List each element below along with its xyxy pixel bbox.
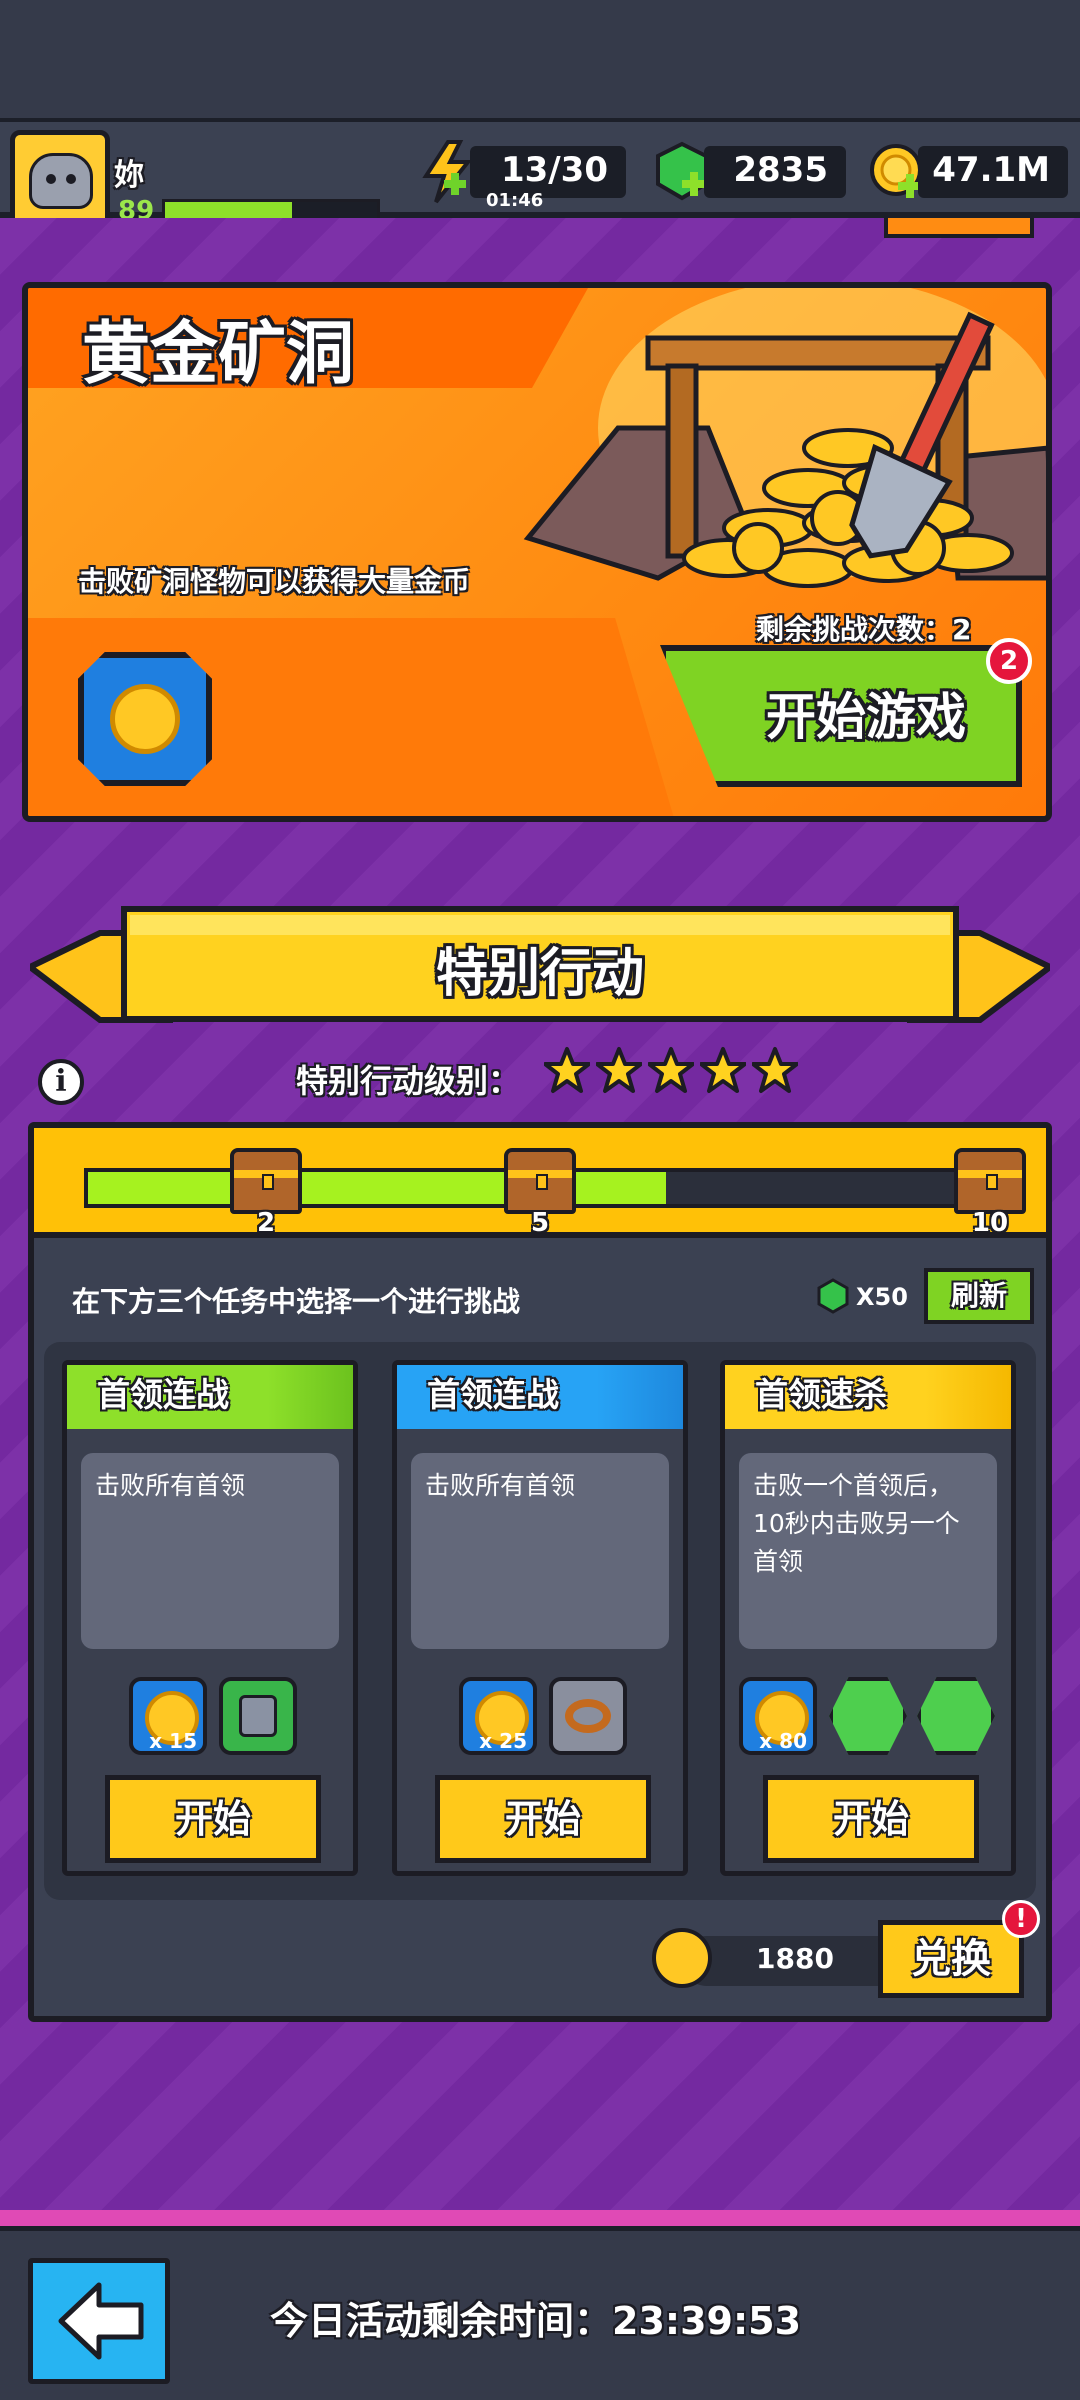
back-button[interactable] — [28, 2258, 170, 2384]
task-card-1[interactable]: 首领连战 击败所有首领 x 15 开始 — [62, 1360, 358, 1876]
special-level-label: 特别行动级别： — [296, 1062, 521, 1100]
treasure-chest-icon[interactable] — [230, 1148, 302, 1214]
card-description: 击败所有首领 — [81, 1453, 339, 1649]
avatar[interactable] — [10, 130, 110, 230]
star-icon — [752, 1047, 798, 1093]
treasure-chest-icon[interactable] — [504, 1148, 576, 1214]
card-description: 击败一个首领后，10秒内击败另一个首领 — [739, 1453, 997, 1649]
gold-coin-reward-icon: x 25 — [459, 1677, 537, 1755]
gem-counter: 2835 — [704, 146, 846, 198]
event-time-remaining: 今日活动剩余时间：23:39:53 — [270, 2299, 802, 2343]
milestone-label: 2 — [256, 1208, 276, 1238]
player-name: 妳 — [114, 158, 144, 193]
back-arrow-icon — [58, 2282, 144, 2360]
info-icon[interactable]: i — [38, 1059, 84, 1105]
star-icon — [700, 1047, 746, 1093]
exchange-button[interactable]: 兑换 — [878, 1920, 1024, 1998]
start-task-button[interactable]: 开始 — [435, 1775, 651, 1863]
token-coin-icon — [652, 1928, 712, 1988]
refresh-cost-gem-icon — [816, 1278, 850, 1314]
tab-peek — [884, 218, 1034, 238]
special-operation-ribbon: 特别行动 — [24, 905, 1056, 1040]
cat-avatar-icon — [29, 153, 93, 209]
card-title: 首领连战 — [397, 1365, 683, 1429]
gem-icon[interactable] — [652, 140, 712, 204]
level-stars — [544, 1046, 798, 1102]
milestone-progress-area: 2 5 10 — [34, 1128, 1046, 1238]
start-task-button[interactable]: 开始 — [763, 1775, 979, 1863]
reward-count: x 25 — [479, 1729, 527, 1753]
banner-description: 击败矿洞怪物可以获得大量金币 — [78, 565, 471, 598]
gold-counter: 47.1M — [918, 146, 1068, 198]
gold-coin-reward-icon: x 80 — [739, 1677, 817, 1755]
gear-part-reward-icon — [829, 1677, 907, 1755]
scope-part-reward-icon — [917, 1677, 995, 1755]
energy-timer: 01:46 — [486, 190, 544, 211]
reward-count: x 80 — [759, 1729, 807, 1753]
card-description: 击败所有首领 — [411, 1453, 669, 1649]
gold-mine-illustration — [508, 288, 1046, 608]
milestone-label: 10 — [971, 1208, 1009, 1238]
treasure-chest-icon[interactable] — [954, 1148, 1026, 1214]
reward-coin-icon[interactable] — [78, 652, 212, 786]
status-bar-area — [0, 0, 1080, 120]
armor-reward-icon — [219, 1677, 297, 1755]
gem-value: 2835 — [733, 150, 828, 190]
refresh-cost: X50 — [856, 1283, 908, 1311]
card-title: 首领连战 — [67, 1365, 353, 1429]
star-icon — [648, 1047, 694, 1093]
refresh-button[interactable]: 刷新 — [924, 1268, 1034, 1324]
card-title: 首领速杀 — [725, 1365, 1011, 1429]
play-count-badge: 2 — [986, 638, 1032, 684]
start-task-button[interactable]: 开始 — [105, 1775, 321, 1863]
milestone-progress-fill — [88, 1172, 666, 1204]
token-amount: 1880 — [756, 1942, 834, 1975]
reward-count: x 15 — [149, 1729, 197, 1753]
energy-value: 13/30 — [500, 150, 608, 190]
start-game-button[interactable]: 开始游戏 — [660, 645, 1022, 787]
special-operation-title: 特别行动 — [435, 944, 644, 1004]
remaining-attempts: 剩余挑战次数：2 — [756, 613, 972, 646]
milestone-label: 5 — [530, 1208, 550, 1238]
exchange-alert-badge: ! — [1002, 1900, 1040, 1938]
banner-title: 黄金矿洞 — [82, 315, 355, 394]
start-game-label: 开始游戏 — [766, 688, 966, 746]
star-icon — [596, 1047, 642, 1093]
task-card-2[interactable]: 首领连战 击败所有首领 x 25 开始 — [392, 1360, 688, 1876]
task-instruction: 在下方三个任务中选择一个进行挑战 — [72, 1285, 521, 1318]
star-icon — [544, 1047, 590, 1093]
gold-value: 47.1M — [932, 150, 1050, 190]
gold-coin-reward-icon: x 15 — [129, 1677, 207, 1755]
energy-icon[interactable] — [418, 140, 474, 204]
task-card-3[interactable]: 首领速杀 击败一个首领后，10秒内击败另一个首领 x 80 开始 — [720, 1360, 1016, 1876]
bottom-divider — [0, 2210, 1080, 2226]
belt-reward-icon — [549, 1677, 627, 1755]
